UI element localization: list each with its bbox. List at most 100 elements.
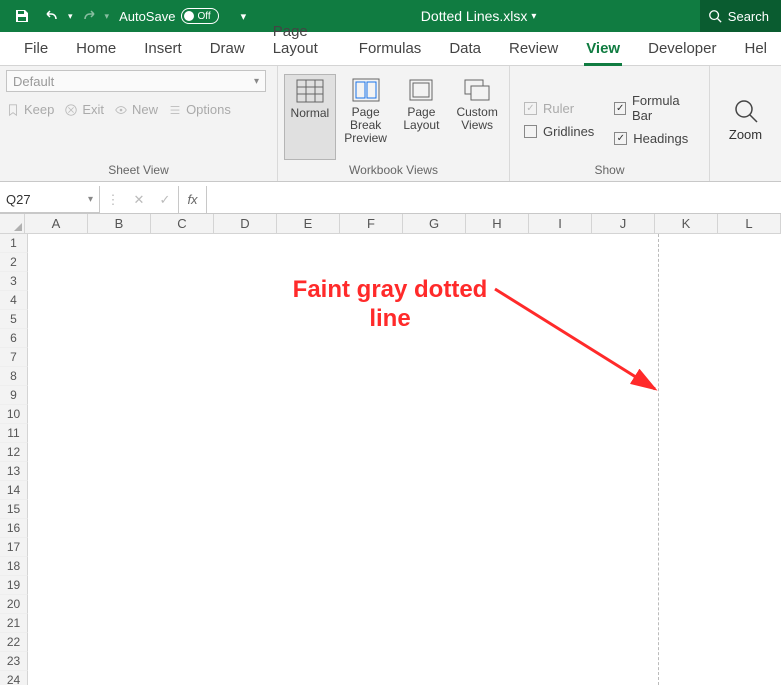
name-box-dropdown-icon[interactable]: ▾ bbox=[88, 194, 93, 205]
row-header[interactable]: 10 bbox=[0, 405, 28, 424]
row-header[interactable]: 16 bbox=[0, 519, 28, 538]
autosave-toggle[interactable]: AutoSave Off bbox=[119, 8, 219, 24]
ruler-checkbox-row: ✓ Ruler bbox=[524, 101, 594, 116]
undo-icon[interactable] bbox=[38, 2, 66, 30]
page-break-icon bbox=[352, 78, 380, 102]
fx-icon[interactable]: fx bbox=[179, 186, 207, 213]
row-header[interactable]: 14 bbox=[0, 481, 28, 500]
name-box[interactable]: Q27 ▾ bbox=[0, 186, 100, 213]
tab-formulas[interactable]: Formulas bbox=[345, 32, 436, 65]
row-headers: 123456789101112131415161718192021222324 bbox=[0, 234, 781, 685]
row-header[interactable]: 20 bbox=[0, 595, 28, 614]
column-header[interactable]: C bbox=[151, 214, 214, 233]
tab-page-layout[interactable]: Page Layout bbox=[259, 15, 345, 65]
row-header[interactable]: 21 bbox=[0, 614, 28, 633]
page-layout-icon bbox=[407, 78, 435, 102]
page-layout-button[interactable]: Page Layout bbox=[396, 74, 448, 160]
row-header[interactable]: 18 bbox=[0, 557, 28, 576]
filename-dropdown-icon: ▾ bbox=[531, 11, 536, 22]
column-header[interactable]: L bbox=[718, 214, 781, 233]
headings-label: Headings bbox=[633, 131, 688, 146]
row-header[interactable]: 17 bbox=[0, 538, 28, 557]
tab-view[interactable]: View bbox=[572, 32, 634, 65]
sheet-view-dropdown[interactable]: Default ▾ bbox=[6, 70, 266, 92]
exit-icon bbox=[64, 103, 78, 117]
column-header[interactable]: H bbox=[466, 214, 529, 233]
sheet-view-default-label: Default bbox=[13, 74, 54, 89]
custom-views-button[interactable]: Custom Views bbox=[451, 74, 503, 160]
page-break-preview-button[interactable]: Page Break Preview bbox=[340, 74, 392, 160]
tab-developer[interactable]: Developer bbox=[634, 32, 730, 65]
exit-button: Exit bbox=[64, 102, 104, 117]
redo-icon[interactable] bbox=[75, 2, 103, 30]
column-header[interactable]: G bbox=[403, 214, 466, 233]
row-header[interactable]: 5 bbox=[0, 310, 28, 329]
titlebar-left: ▾ ▾ AutoSave Off ▾ bbox=[0, 2, 257, 30]
row-header[interactable]: 3 bbox=[0, 272, 28, 291]
custom-views-icon bbox=[463, 78, 491, 102]
row-header[interactable]: 24 bbox=[0, 671, 28, 685]
row-header[interactable]: 2 bbox=[0, 253, 28, 272]
headings-checkbox-row[interactable]: ✓ Headings bbox=[614, 131, 695, 146]
row-header[interactable]: 13 bbox=[0, 462, 28, 481]
column-header[interactable]: J bbox=[592, 214, 655, 233]
column-header[interactable]: F bbox=[340, 214, 403, 233]
formula-bar-checkbox-row[interactable]: ✓ Formula Bar bbox=[614, 93, 695, 123]
tab-hel[interactable]: Hel bbox=[730, 32, 781, 65]
tab-data[interactable]: Data bbox=[435, 32, 495, 65]
ribbon-tabs: FileHomeInsertDrawPage LayoutFormulasDat… bbox=[0, 32, 781, 66]
save-icon[interactable] bbox=[8, 2, 36, 30]
new-button: New bbox=[114, 102, 158, 117]
row-header[interactable]: 22 bbox=[0, 633, 28, 652]
row-header[interactable]: 12 bbox=[0, 443, 28, 462]
formula-bar-checkbox[interactable]: ✓ bbox=[614, 102, 626, 115]
group-label-workbook-views: Workbook Views bbox=[284, 163, 503, 179]
headings-checkbox[interactable]: ✓ bbox=[614, 132, 627, 145]
row-header[interactable]: 15 bbox=[0, 500, 28, 519]
qat-overflow-icon[interactable]: ▾ bbox=[229, 2, 257, 30]
column-header[interactable]: B bbox=[88, 214, 151, 233]
formula-input[interactable] bbox=[207, 186, 781, 213]
column-header[interactable]: E bbox=[277, 214, 340, 233]
tab-draw[interactable]: Draw bbox=[196, 32, 259, 65]
row-header[interactable]: 19 bbox=[0, 576, 28, 595]
formula-bar-label: Formula Bar bbox=[632, 93, 695, 123]
eye-icon bbox=[114, 103, 128, 117]
row-header[interactable]: 6 bbox=[0, 329, 28, 348]
normal-view-button[interactable]: Normal bbox=[284, 74, 336, 160]
row-header[interactable]: 8 bbox=[0, 367, 28, 386]
toggle-state: Off bbox=[197, 11, 210, 22]
tab-review[interactable]: Review bbox=[495, 32, 572, 65]
tab-insert[interactable]: Insert bbox=[130, 32, 196, 65]
row-header[interactable]: 9 bbox=[0, 386, 28, 405]
row-header[interactable]: 23 bbox=[0, 652, 28, 671]
tab-file[interactable]: File bbox=[10, 32, 62, 65]
gridlines-checkbox[interactable] bbox=[524, 125, 537, 138]
fx-controls: ⋮ ✕ ✓ bbox=[100, 186, 179, 213]
row-header[interactable]: 7 bbox=[0, 348, 28, 367]
ruler-checkbox: ✓ bbox=[524, 102, 537, 115]
group-label-show: Show bbox=[516, 163, 703, 179]
keep-button: Keep bbox=[6, 102, 54, 117]
column-header[interactable]: A bbox=[25, 214, 88, 233]
titlebar-search[interactable]: Search bbox=[700, 0, 781, 32]
group-sheet-view: Default ▾ Keep Exit New Options bbox=[0, 66, 278, 181]
gridlines-checkbox-row[interactable]: Gridlines bbox=[524, 124, 594, 139]
column-header[interactable]: D bbox=[214, 214, 277, 233]
fx-expand-icon[interactable]: ⋮ bbox=[100, 192, 126, 208]
zoom-button[interactable]: Zoom bbox=[718, 91, 774, 142]
column-header[interactable]: I bbox=[529, 214, 592, 233]
row-header[interactable]: 1 bbox=[0, 234, 28, 253]
column-header[interactable]: K bbox=[655, 214, 718, 233]
fx-enter-icon: ✓ bbox=[152, 192, 178, 208]
tab-home[interactable]: Home bbox=[62, 32, 130, 65]
group-show: ✓ Ruler Gridlines ✓ Formula Bar ✓ Headin… bbox=[510, 66, 710, 181]
toggle-switch[interactable]: Off bbox=[181, 8, 219, 24]
spreadsheet-grid[interactable]: ABCDEFGHIJKL 123456789101112131415161718… bbox=[0, 214, 781, 685]
row-header[interactable]: 4 bbox=[0, 291, 28, 310]
row-header[interactable]: 11 bbox=[0, 424, 28, 443]
normal-view-icon bbox=[296, 79, 324, 103]
ribbon: Default ▾ Keep Exit New Options bbox=[0, 66, 781, 182]
select-all-corner[interactable] bbox=[0, 214, 25, 233]
undo-dropdown-icon[interactable]: ▾ bbox=[68, 11, 73, 22]
